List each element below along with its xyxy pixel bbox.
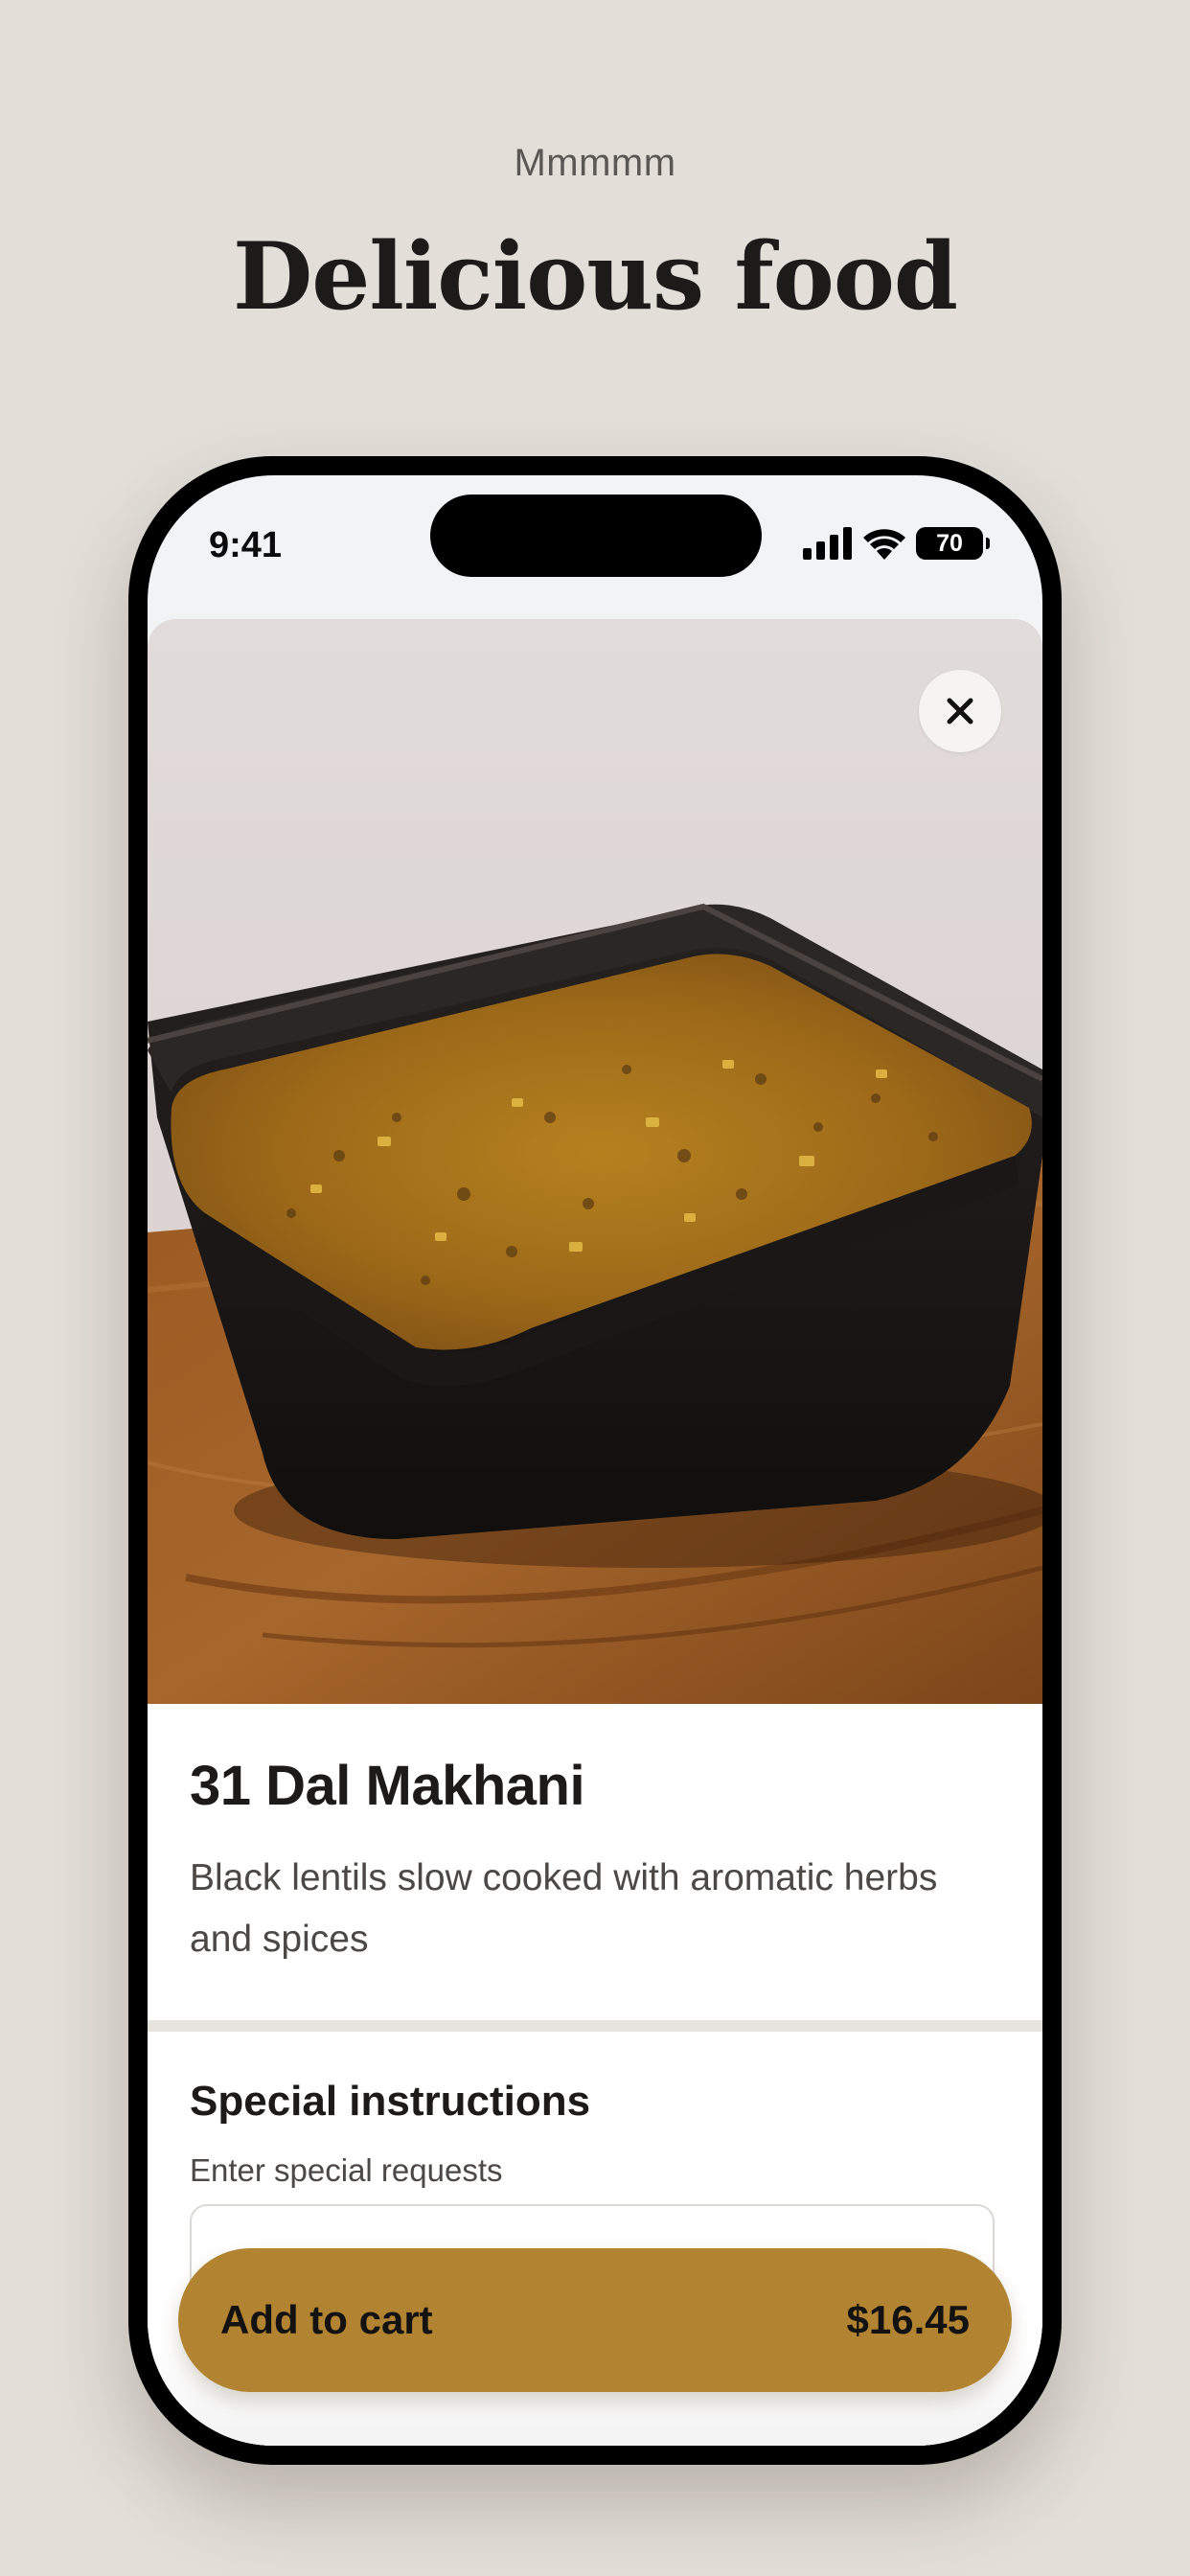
product-sheet: 31 Dal Makhani Black lentils slow cooked… bbox=[148, 619, 1042, 2446]
special-instructions-title: Special instructions bbox=[190, 2078, 591, 2125]
page-title: Delicious food bbox=[233, 222, 958, 331]
phone-frame: 9:41 70 31 Dal Makhani Black lentils slo… bbox=[128, 456, 1062, 2465]
cart-price: $16.45 bbox=[846, 2297, 970, 2342]
eyebrow-text: Mmmmm bbox=[514, 142, 676, 184]
add-to-cart-button[interactable]: Add to cart $16.45 bbox=[178, 2248, 1012, 2392]
battery-icon: 70 bbox=[916, 527, 990, 560]
add-to-cart-label: Add to cart bbox=[220, 2297, 433, 2342]
cellular-signal-icon bbox=[803, 527, 852, 560]
special-instructions-subtitle: Enter special requests bbox=[190, 2152, 503, 2188]
battery-nub bbox=[986, 538, 990, 549]
status-icons: 70 bbox=[803, 527, 990, 560]
product-info: 31 Dal Makhani Black lentils slow cooked… bbox=[148, 1704, 1042, 2020]
status-bar: 9:41 70 bbox=[148, 475, 1042, 619]
phone-screen: 9:41 70 31 Dal Makhani Black lentils slo… bbox=[148, 475, 1042, 2446]
dynamic-island bbox=[430, 494, 762, 577]
status-time: 9:41 bbox=[209, 525, 283, 565]
wifi-icon bbox=[863, 529, 905, 560]
close-icon bbox=[947, 698, 973, 724]
product-image bbox=[148, 619, 1042, 1704]
close-button[interactable] bbox=[919, 670, 1001, 752]
dal-makhani-illustration bbox=[148, 619, 1042, 1704]
product-name: 31 Dal Makhani bbox=[190, 1755, 585, 1817]
section-divider bbox=[148, 2020, 1042, 2032]
product-description: Black lentils slow cooked with aromatic … bbox=[190, 1857, 938, 1960]
battery-level: 70 bbox=[936, 530, 963, 557]
